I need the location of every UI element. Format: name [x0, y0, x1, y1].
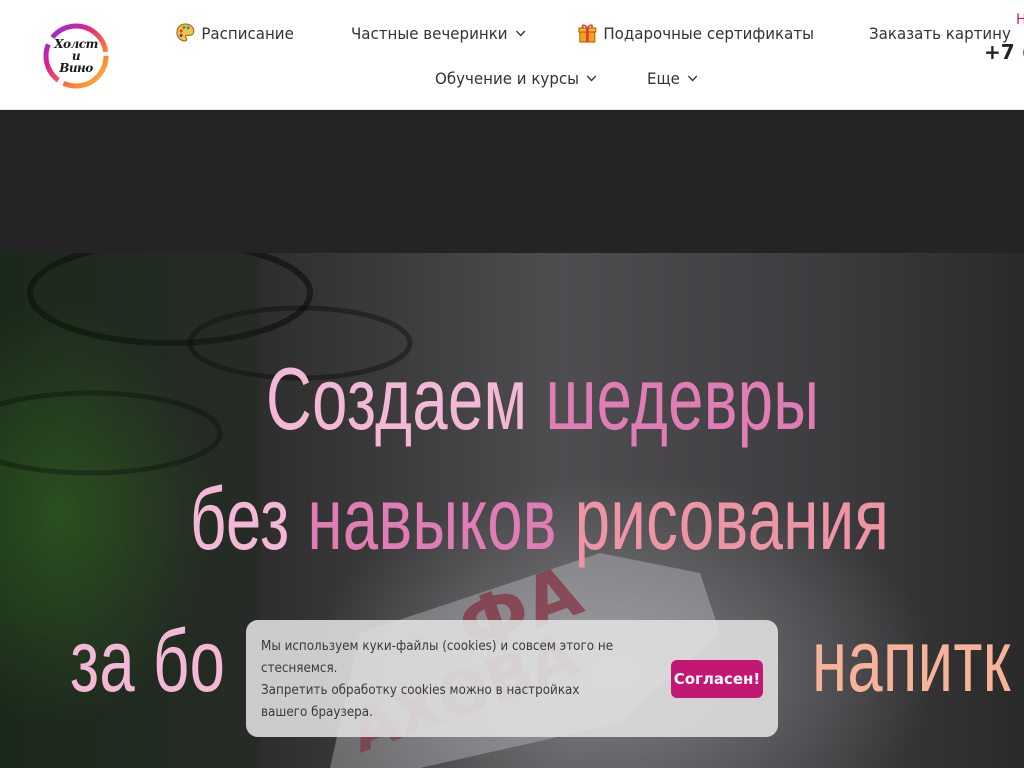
chevron-down-icon	[515, 30, 526, 37]
hero-line-3-right: напитк	[812, 613, 1011, 709]
chevron-down-icon	[688, 75, 698, 82]
nav-label-courses: Обучение и курсы	[435, 68, 580, 88]
nav-label-private-parties: Частные вечеринки	[351, 23, 508, 43]
phone-number[interactable]: +7 (9	[984, 40, 1024, 64]
nav-item-private-parties[interactable]: Частные вечеринки	[351, 23, 526, 43]
palette-icon	[176, 23, 195, 42]
logo-line-3: Вино	[59, 61, 93, 75]
hero-word: шедевры	[545, 349, 820, 448]
nav-item-gift-certificates[interactable]: Подарочные сертификаты	[577, 22, 814, 44]
hero-line-3-left: за бо	[70, 613, 225, 709]
hero-word: без	[190, 469, 290, 568]
header-right-link[interactable]: Н	[1016, 12, 1024, 28]
gift-icon	[578, 24, 597, 43]
hero-line-1: Создаем шедевры	[266, 351, 819, 447]
hero-word: навыков	[307, 469, 557, 568]
nav-item-more[interactable]: Еще	[647, 69, 698, 88]
hero-line-2: без навыков рисования	[190, 471, 889, 567]
hero-word: рисования	[574, 469, 890, 568]
cookie-accept-button[interactable]: Согласен!	[671, 660, 763, 698]
nav-label-more: Еще	[647, 68, 681, 88]
cookie-banner: Мы используем куки-файлы (cookies) и сов…	[246, 620, 778, 737]
cookie-text-1: Мы используем куки-файлы (cookies) и сов…	[261, 639, 614, 676]
main-nav-row-1: Расписание Частные вечеринки Подарочные …	[175, 20, 1020, 46]
site-header: Холст и Вино Расписание Частные вечеринк…	[0, 0, 1024, 110]
nav-item-courses[interactable]: Обучение и курсы	[435, 69, 597, 88]
logo[interactable]: Холст и Вино	[42, 22, 110, 90]
nav-item-schedule[interactable]: Расписание	[175, 22, 294, 44]
dark-band	[0, 110, 1024, 253]
cookie-text-2: Запретить обработку cookies можно в наст…	[261, 683, 580, 720]
hero-word: Создаем	[266, 349, 528, 448]
hero-word: за бо	[70, 611, 226, 710]
logo-text: Холст и Вино	[42, 22, 110, 90]
main-nav-row-2: Обучение и курсы Еще	[435, 65, 701, 91]
hero-word: напитк	[812, 611, 1011, 710]
nav-label-schedule: Расписание	[201, 23, 294, 43]
cookie-message: Мы используем куки-файлы (cookies) и сов…	[261, 636, 620, 724]
chevron-down-icon	[587, 75, 597, 82]
nav-label-gift-certificates: Подарочные сертификаты	[603, 23, 814, 43]
